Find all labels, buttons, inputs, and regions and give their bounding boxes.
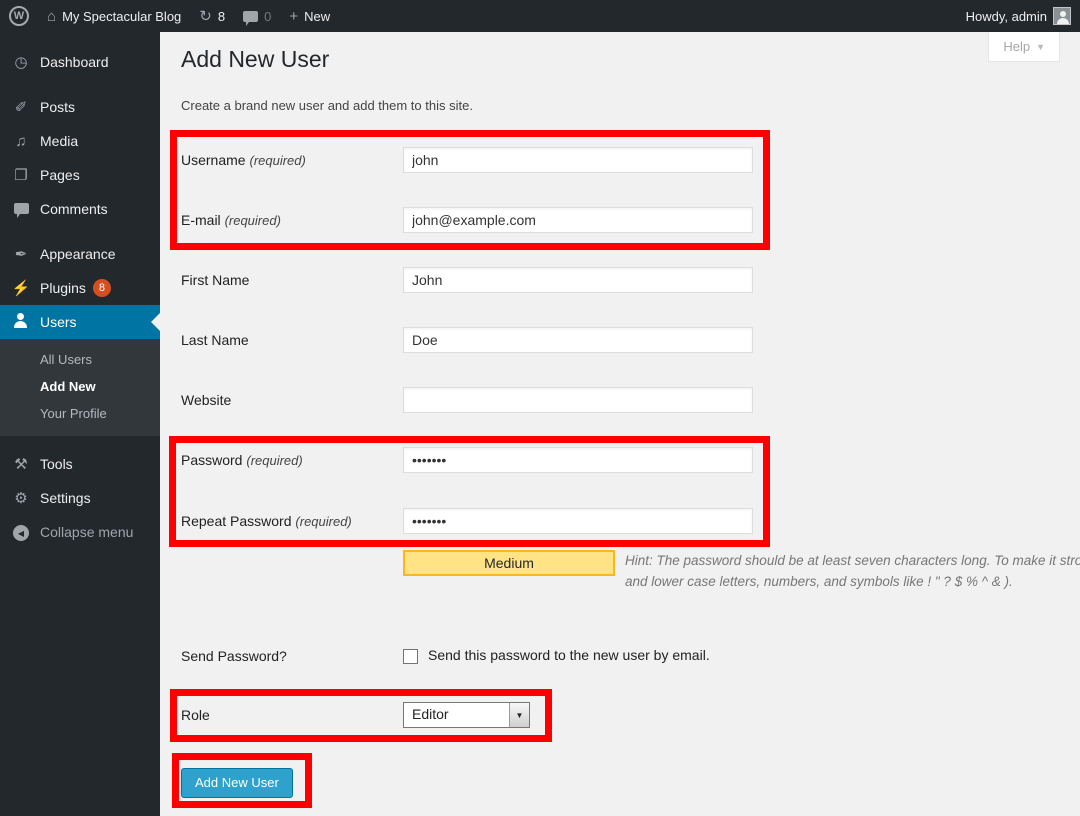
role-label: Role [181,702,396,728]
chevron-down-icon: ▼ [1036,42,1045,52]
repeat-password-label: Repeat Password (required) [181,508,396,535]
tools-icon: ⚒ [10,455,32,473]
help-button[interactable]: Help ▼ [988,32,1060,62]
sidebar-item-label: Dashboard [40,54,109,70]
first-name-label: First Name [181,267,396,293]
new-content-menu[interactable]: + New [280,0,339,32]
users-icon [10,313,32,332]
posts-icon: ✐ [10,98,32,116]
sidebar-item-label: Media [40,133,78,149]
sidebar-item-collapse-menu[interactable]: ◀ Collapse menu [0,515,160,549]
comments-bubble-icon [243,11,258,22]
updates-count: 8 [218,9,225,24]
admin-sidebar: ◷ Dashboard ✐ Posts ♫ Media ❐ Pages Comm… [0,32,160,816]
sidebar-item-media[interactable]: ♫ Media [0,124,160,158]
settings-icon: ⚙ [10,489,32,507]
submenu-item-add-new[interactable]: Add New [0,373,160,400]
repeat-password-input[interactable] [403,508,753,534]
sidebar-item-label: Tools [40,456,73,472]
sidebar-item-pages[interactable]: ❐ Pages [0,158,160,192]
sidebar-item-label: Settings [40,490,91,506]
send-password-label: Send Password? [181,643,396,669]
collapse-icon: ◀ [10,523,32,542]
home-icon: ⌂ [47,9,56,24]
wp-logo-menu[interactable]: W [0,0,38,32]
pages-icon: ❐ [10,166,32,184]
sidebar-item-users[interactable]: Users [0,305,160,339]
submenu-item-your-profile[interactable]: Your Profile [0,400,160,427]
page-title: Add New User [181,46,329,73]
sidebar-item-dashboard[interactable]: ◷ Dashboard [0,45,160,79]
sidebar-item-label: Users [40,314,77,330]
website-input[interactable] [403,387,753,413]
sidebar-item-label: Appearance [40,246,116,262]
plugins-update-badge: 8 [93,279,111,297]
password-input[interactable] [403,447,753,473]
password-label: Password (required) [181,447,396,474]
sidebar-item-plugins[interactable]: ⚡ Plugins 8 [0,271,160,305]
plugins-icon: ⚡ [10,279,32,297]
comments-icon [10,201,32,218]
website-label: Website [181,387,396,413]
last-name-label: Last Name [181,327,396,353]
site-name-label: My Spectacular Blog [62,9,181,24]
add-new-user-button[interactable]: Add New User [181,768,293,798]
howdy-label: Howdy, admin [966,9,1047,24]
page-subtitle: Create a brand new user and add them to … [181,98,473,113]
role-select[interactable]: Editor ▼ [403,702,530,728]
sidebar-item-label: Plugins [40,280,86,296]
active-menu-arrow [151,313,160,331]
updates-link[interactable]: ↻ 8 [190,0,234,32]
comments-count: 0 [264,9,271,24]
email-input[interactable] [403,207,753,233]
sidebar-item-label: Comments [40,201,108,217]
last-name-input[interactable] [403,327,753,353]
appearance-icon: ✒ [10,245,32,263]
avatar [1053,7,1071,25]
password-strength-meter: Medium [403,550,615,576]
sidebar-item-label: Pages [40,167,80,183]
site-name-link[interactable]: ⌂ My Spectacular Blog [38,0,190,32]
dashboard-icon: ◷ [10,53,32,71]
send-password-checkbox-label: Send this password to the new user by em… [428,645,710,666]
main-content: Help ▼ Add New User Create a brand new u… [160,32,1080,816]
role-select-value: Editor [404,703,509,727]
my-account-menu[interactable]: Howdy, admin [957,0,1080,32]
sidebar-item-comments[interactable]: Comments [0,192,160,226]
send-password-checkbox[interactable] [403,649,418,664]
select-caret-icon: ▼ [509,703,529,727]
username-input[interactable] [403,147,753,173]
plus-icon: + [289,9,298,24]
users-submenu: All Users Add New Your Profile [0,339,160,436]
media-icon: ♫ [10,133,32,150]
sidebar-item-tools[interactable]: ⚒ Tools [0,447,160,481]
help-label: Help [1003,39,1030,54]
sidebar-item-label: Collapse menu [40,524,133,540]
password-hint: Hint: The password should be at least se… [625,550,1080,592]
admin-bar: W ⌂ My Spectacular Blog ↻ 8 0 + New Howd… [0,0,1080,32]
submenu-item-all-users[interactable]: All Users [0,346,160,373]
wordpress-logo-icon: W [9,6,29,26]
sidebar-item-settings[interactable]: ⚙ Settings [0,481,160,515]
new-label: New [304,9,330,24]
sidebar-item-label: Posts [40,99,75,115]
comments-link[interactable]: 0 [234,0,280,32]
email-label: E-mail (required) [181,207,396,234]
updates-icon: ↻ [199,9,212,24]
sidebar-item-posts[interactable]: ✐ Posts [0,90,160,124]
first-name-input[interactable] [403,267,753,293]
sidebar-item-appearance[interactable]: ✒ Appearance [0,237,160,271]
username-label: Username (required) [181,147,396,174]
